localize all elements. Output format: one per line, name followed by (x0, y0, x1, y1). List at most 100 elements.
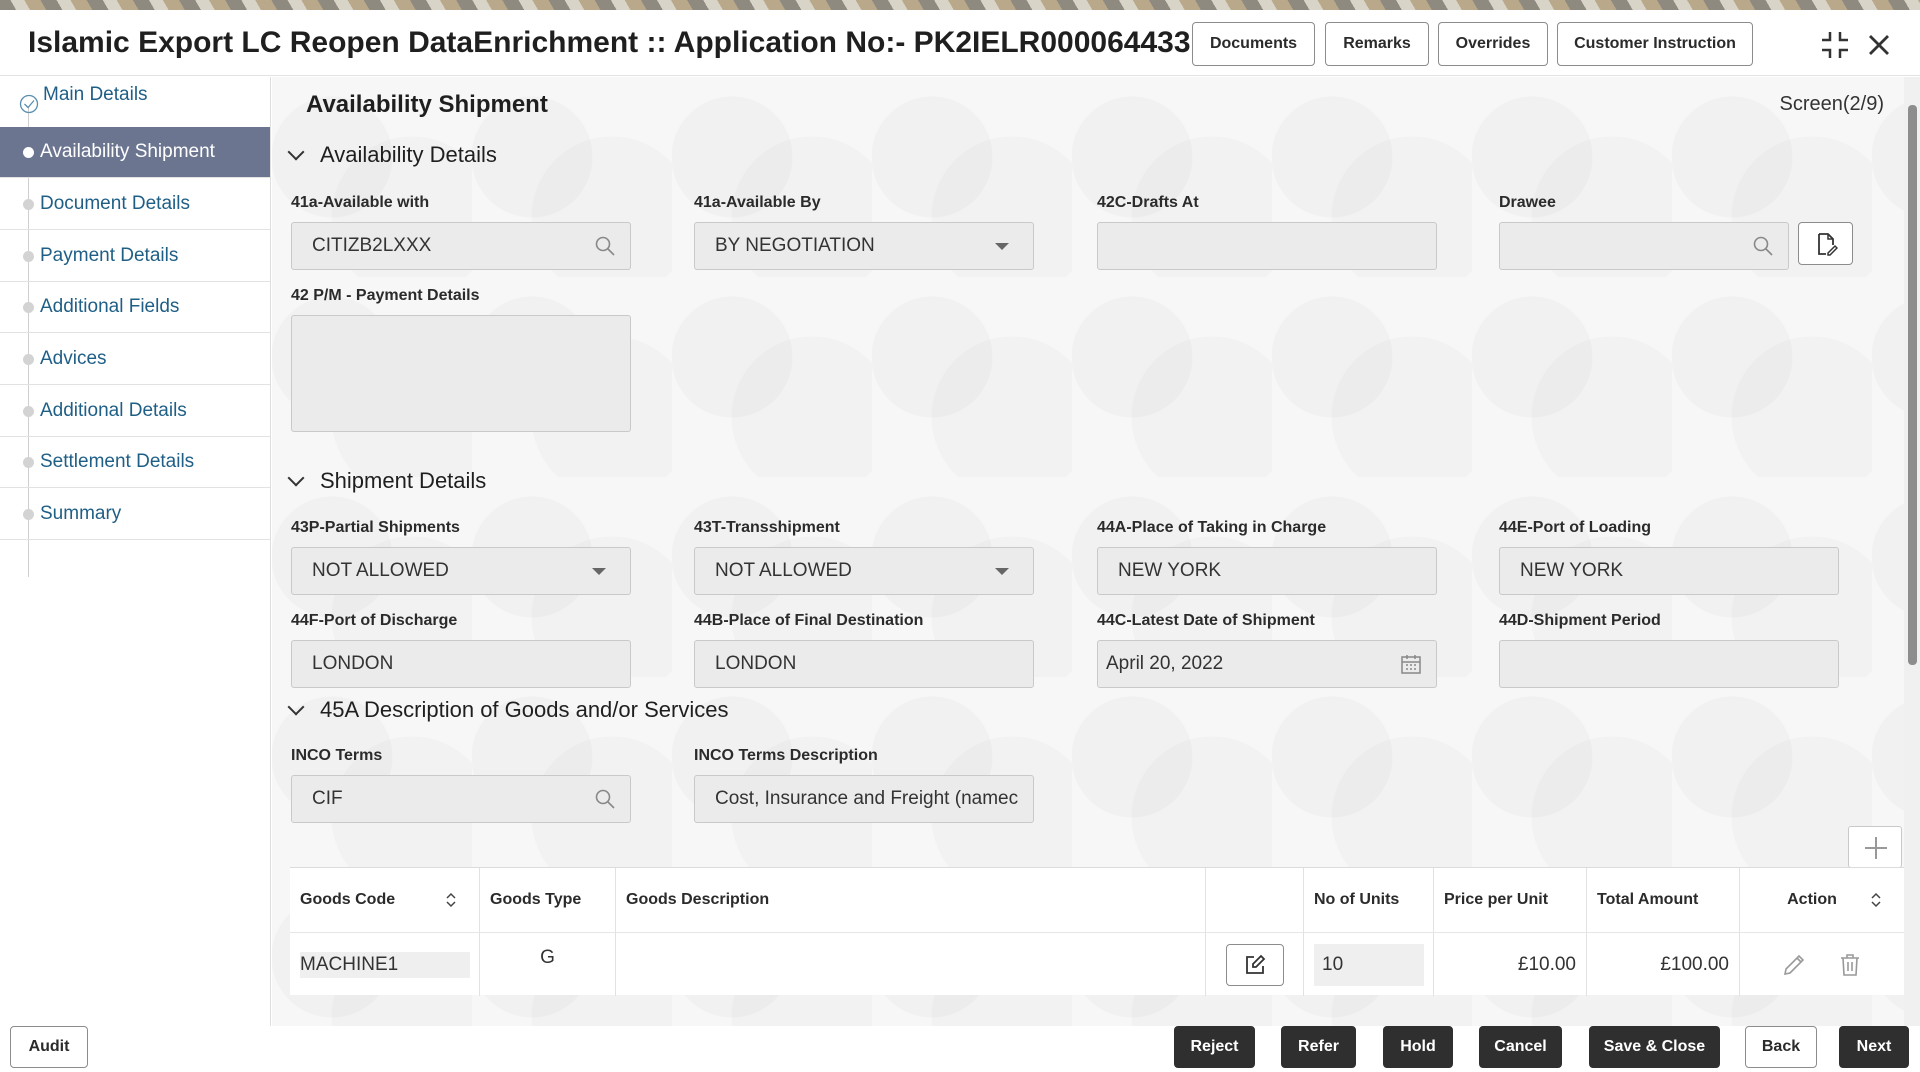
save-close-button[interactable]: Save & Close (1589, 1026, 1720, 1068)
port-discharge-value: LONDON (312, 653, 394, 674)
latest-date-input[interactable]: April 20, 2022 (1097, 640, 1437, 688)
shipment-period-label: 44D-Shipment Period (1499, 612, 1661, 629)
shipment-period-input[interactable] (1499, 640, 1839, 688)
dropdown-caret-icon (995, 243, 1009, 250)
sidebar-item-label: Summary (40, 503, 122, 524)
sidebar-item-availability-shipment[interactable]: Availability Shipment (0, 127, 270, 178)
step-dot (23, 147, 34, 158)
port-discharge-label: 44F-Port of Discharge (291, 612, 458, 629)
screen-indicator: Screen(2/9) (1779, 93, 1885, 115)
sidebar-item-settlement-details[interactable]: Settlement Details (0, 437, 270, 488)
calendar-icon[interactable] (1400, 653, 1422, 675)
step-dot (23, 354, 34, 365)
plus-icon (1865, 837, 1887, 859)
audit-button[interactable]: Audit (10, 1026, 88, 1068)
trash-icon[interactable] (1837, 952, 1863, 978)
payment-details-textarea[interactable] (291, 315, 631, 432)
column-header-goods-type: Goods Type (480, 868, 616, 932)
available-with-input[interactable]: CITIZB2LXXX (291, 222, 631, 270)
section-shipment-details[interactable]: Shipment Details (287, 468, 486, 494)
sidebar-item-label: Advices (40, 348, 107, 369)
hold-button[interactable]: Hold (1383, 1026, 1453, 1068)
search-icon[interactable] (1752, 235, 1774, 257)
step-dot (23, 509, 34, 520)
reject-button[interactable]: Reject (1174, 1026, 1255, 1068)
documents-button[interactable]: Documents (1192, 22, 1315, 66)
section-title: Availability Details (320, 142, 497, 167)
pencil-icon[interactable] (1781, 952, 1807, 978)
check-circle-icon (19, 94, 39, 114)
drawee-details-button[interactable] (1798, 222, 1853, 265)
sidebar-item-label: Additional Details (40, 400, 187, 421)
cell-units: 10 (1304, 932, 1434, 996)
step-dot (23, 302, 34, 313)
drafts-at-input[interactable] (1097, 222, 1437, 270)
search-icon[interactable] (594, 788, 616, 810)
column-header-goods-description: Goods Description (616, 868, 1206, 932)
page-header-title: Islamic Export LC Reopen DataEnrichment … (28, 26, 1191, 59)
refer-button[interactable]: Refer (1281, 1026, 1356, 1068)
sidebar-item-label: Main Details (43, 84, 148, 105)
edit-description-button[interactable] (1225, 943, 1284, 986)
page-title: Availability Shipment (306, 91, 548, 118)
port-loading-input[interactable]: NEW YORK (1499, 547, 1839, 595)
payment-details-label: 42 P/M - Payment Details (291, 287, 480, 304)
customer-instruction-button[interactable]: Customer Instruction (1557, 22, 1753, 66)
overrides-button[interactable]: Overrides (1438, 22, 1548, 66)
add-goods-button[interactable] (1848, 826, 1902, 868)
taking-charge-input[interactable]: NEW YORK (1097, 547, 1437, 595)
inco-description-label: INCO Terms Description (694, 747, 878, 764)
step-dot (23, 457, 34, 468)
section-goods-description[interactable]: 45A Description of Goods and/or Services (287, 697, 728, 723)
sidebar-item-payment-details[interactable]: Payment Details (0, 231, 270, 282)
sidebar-item-main-details[interactable]: Main Details (0, 77, 270, 127)
sidebar-item-label: Settlement Details (40, 451, 195, 472)
edit-box-icon (1245, 954, 1265, 974)
back-button[interactable]: Back (1745, 1026, 1817, 1068)
transshipment-select[interactable]: NOT ALLOWED (694, 547, 1034, 595)
sidebar-item-label: Payment Details (40, 245, 179, 266)
scrollbar-thumb[interactable] (1908, 105, 1917, 665)
column-header-total: Total Amount (1587, 868, 1740, 932)
sidebar-item-document-details[interactable]: Document Details (0, 179, 270, 230)
minimize-icon[interactable] (1820, 30, 1850, 60)
sidebar-item-label: Document Details (40, 193, 190, 214)
sort-icon[interactable] (445, 892, 457, 908)
column-header-units: No of Units (1304, 868, 1434, 932)
drawee-label: Drawee (1499, 194, 1556, 211)
inco-terms-input[interactable]: CIF (291, 775, 631, 823)
main-scrollbar[interactable] (1904, 77, 1920, 1027)
goods-code-value: MACHINE1 (300, 951, 470, 978)
search-icon[interactable] (594, 235, 616, 257)
sidebar-nav: Main Details Availability Shipment Docum… (0, 77, 271, 1027)
partial-shipments-select[interactable]: NOT ALLOWED (291, 547, 631, 595)
column-header-goods-code[interactable]: Goods Code (290, 868, 480, 932)
available-with-label: 41a-Available with (291, 194, 430, 211)
sort-icon[interactable] (1870, 892, 1882, 908)
section-availability-details[interactable]: Availability Details (287, 142, 497, 168)
next-button[interactable]: Next (1839, 1026, 1909, 1068)
sidebar-item-additional-fields[interactable]: Additional Fields (0, 282, 270, 333)
available-by-select[interactable]: BY NEGOTIATION (694, 222, 1034, 270)
step-dot (23, 251, 34, 262)
drawee-input[interactable] (1499, 222, 1789, 270)
close-icon[interactable] (1864, 30, 1894, 60)
port-discharge-input[interactable]: LONDON (291, 640, 631, 688)
port-loading-value: NEW YORK (1520, 560, 1624, 581)
sidebar-item-advices[interactable]: Advices (0, 334, 270, 385)
remarks-button[interactable]: Remarks (1325, 22, 1429, 66)
cell-total: £100.00 (1587, 932, 1740, 996)
sidebar-item-label: Availability Shipment (40, 141, 215, 162)
units-input[interactable]: 10 (1314, 943, 1424, 986)
taking-charge-label: 44A-Place of Taking in Charge (1097, 519, 1327, 536)
final-destination-input[interactable]: LONDON (694, 640, 1034, 688)
step-dot (23, 199, 34, 210)
final-destination-value: LONDON (715, 653, 797, 674)
sidebar-item-additional-details[interactable]: Additional Details (0, 386, 270, 437)
cancel-button[interactable]: Cancel (1479, 1026, 1562, 1068)
available-by-label: 41a-Available By (694, 194, 821, 211)
port-loading-label: 44E-Port of Loading (1499, 519, 1651, 536)
inco-description-input[interactable]: Cost, Insurance and Freight (namec (694, 775, 1034, 823)
sidebar-item-summary[interactable]: Summary (0, 489, 270, 540)
final-destination-label: 44B-Place of Final Destination (694, 612, 924, 629)
